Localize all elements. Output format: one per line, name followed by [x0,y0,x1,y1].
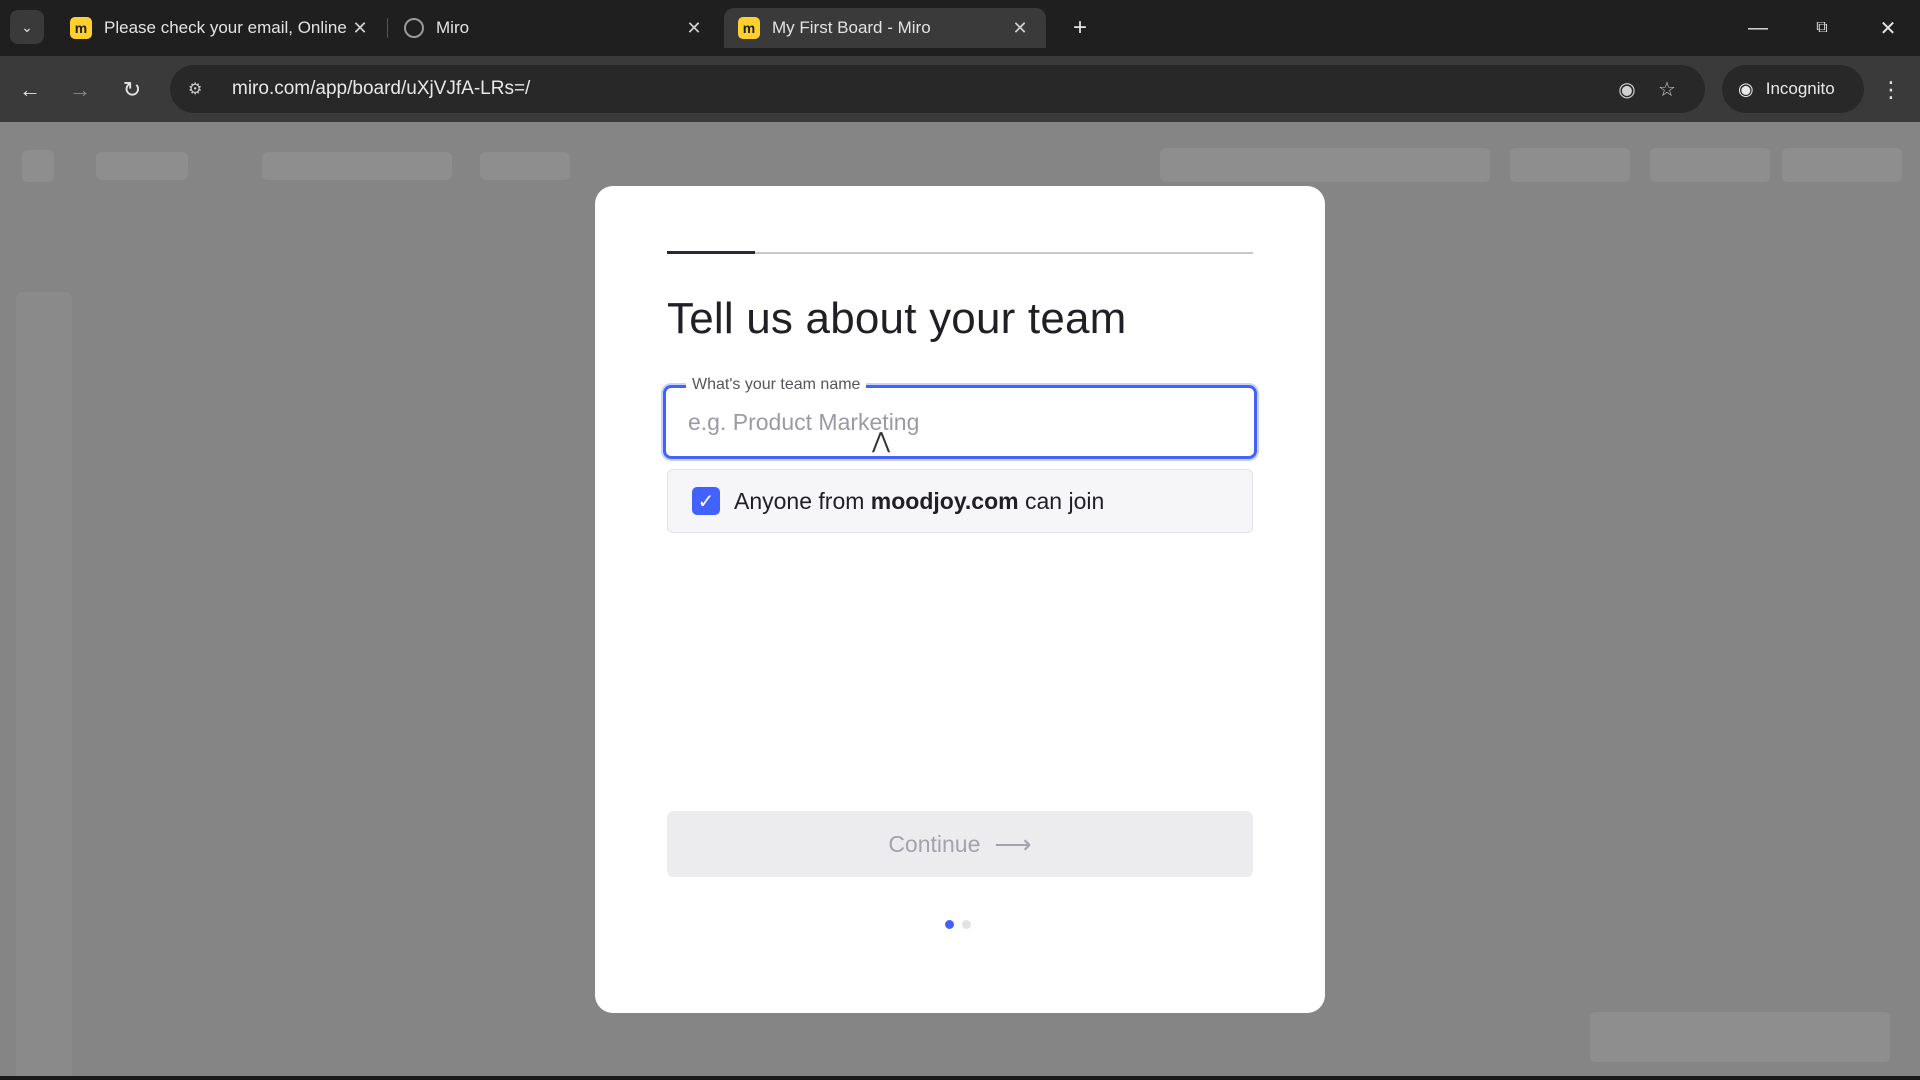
browser-tab-miro[interactable]: Miro ✕ [390,8,720,48]
miro-logo-icon: m [70,17,92,39]
board-collab-ghost [1160,148,1490,182]
tab-title: My First Board - Miro [772,18,931,37]
address-bar[interactable]: ⚙ miro.com/app/board/uXjVJfA-LRs=/ ◉ ☆ [170,65,1705,113]
modal-title: Tell us about your team [667,294,1127,343]
team-name-field[interactable]: What's your team name ⋀ [663,376,1257,459]
kebab-menu-icon[interactable]: ⋮ [1874,72,1908,108]
back-arrow-icon[interactable]: ← [12,72,48,108]
board-zoom-ghost [1590,1012,1890,1062]
site-settings-icon[interactable]: ⚙ [188,79,216,99]
tab-close-icon[interactable]: ✕ [682,18,706,39]
bookmark-star-icon[interactable]: ☆ [1647,77,1687,102]
domain-join-text: Anyone from moodjoy.com can join [734,488,1104,515]
incognito-badge[interactable]: ◉ Incognito [1722,65,1864,113]
arrow-right-icon: ⟶ [994,828,1032,859]
board-menu-ghost [22,150,54,182]
tab-close-icon[interactable]: ✕ [1008,18,1032,39]
board-profile-ghost [1782,148,1902,182]
tab-divider [387,18,388,38]
board-toolbar-ghost [480,152,570,180]
continue-label: Continue [888,830,981,857]
browser-tab-board-active[interactable]: m My First Board - Miro ✕ [724,8,1046,48]
board-logo-ghost [96,152,188,180]
window-close-icon[interactable]: ✕ [1868,10,1908,46]
tab-close-icon[interactable]: ✕ [348,18,372,39]
join-prefix: Anyone from [734,487,865,514]
eye-slash-icon[interactable]: ◉ [1607,77,1647,102]
tab-title: Miro [436,18,470,37]
onboarding-progress-fill [667,251,755,254]
join-suffix: can join [1025,487,1105,514]
reload-icon[interactable]: ↻ [114,72,150,108]
team-setup-modal: Tell us about your team What's your team… [595,186,1325,1013]
team-name-label: What's your team name [686,376,867,394]
board-present-ghost [1650,148,1770,182]
window-restore-icon[interactable]: ⧉ [1802,10,1842,46]
continue-button[interactable]: Continue ⟶ [667,811,1253,877]
globe-icon [404,18,424,38]
address-url[interactable]: miro.com/app/board/uXjVJfA-LRs=/ [232,78,1607,100]
window-minimize-icon[interactable]: — [1738,10,1778,46]
forward-arrow-icon[interactable]: → [62,72,98,108]
board-title-ghost [262,152,452,180]
tab-search-chevron-icon[interactable]: ⌄ [10,10,44,44]
board-left-toolbar-ghost [16,292,72,1080]
team-name-input[interactable] [688,404,1228,440]
new-tab-plus-icon[interactable]: + [1064,12,1096,44]
incognito-label: Incognito [1765,79,1835,98]
step-indicator [945,920,971,929]
browser-tab-bar: ⌄ m Please check your email, Online ✕ Mi… [0,0,1920,56]
browser-tab-email[interactable]: m Please check your email, Online ✕ [56,8,386,48]
bottom-edge [0,1076,1920,1080]
browser-toolbar: ← → ↻ ⚙ miro.com/app/board/uXjVJfA-LRs=/… [0,56,1920,122]
tab-title: Please check your email, Online [104,18,347,37]
domain-join-option[interactable]: ✓ Anyone from moodjoy.com can join [667,469,1253,533]
text-cursor-icon: ⋀ [872,428,891,453]
miro-logo-icon: m [738,17,760,39]
step-dot [962,920,971,929]
onboarding-progress-bar [667,251,1253,254]
incognito-icon: ◉ [1738,78,1754,99]
step-dot [945,920,954,929]
board-share-ghost [1510,148,1630,182]
domain-join-checkbox[interactable]: ✓ [692,487,720,515]
join-domain: moodjoy.com [870,487,1019,514]
